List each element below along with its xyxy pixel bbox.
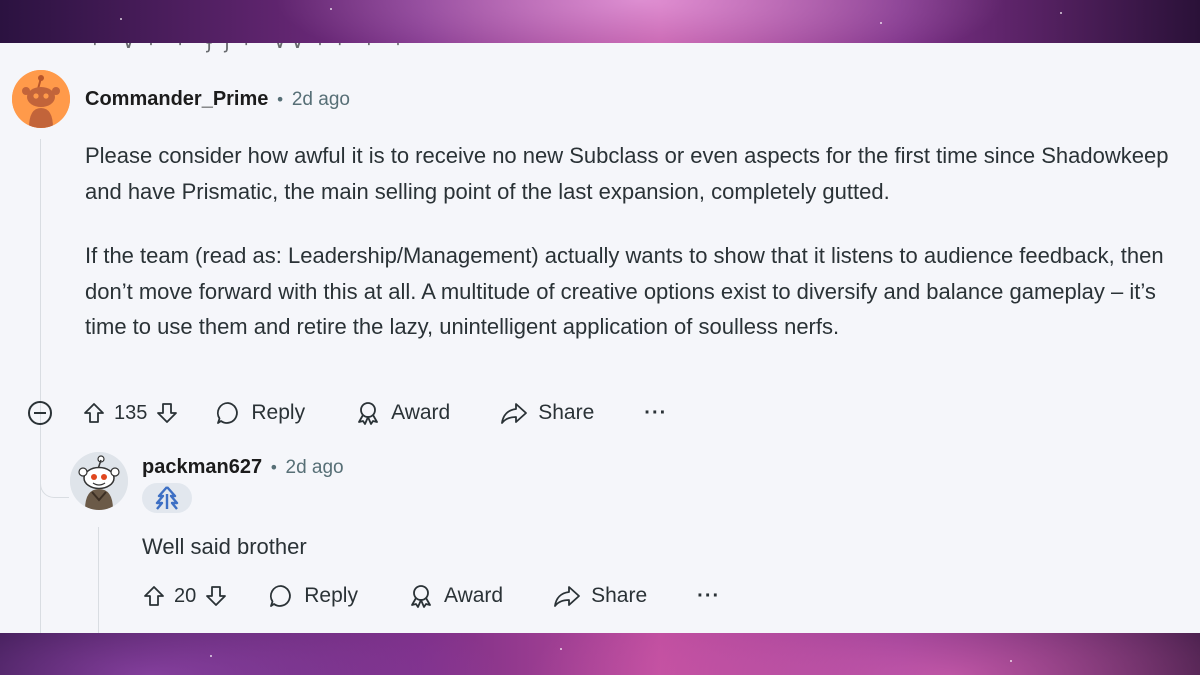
- award-button[interactable]: Award: [408, 583, 503, 609]
- timestamp[interactable]: 2d ago: [292, 89, 350, 111]
- avatar[interactable]: [70, 452, 128, 510]
- share-label: Share: [538, 401, 595, 424]
- avatar[interactable]: [12, 70, 70, 128]
- speech-bubble-icon: [270, 585, 292, 607]
- reply-thread-line[interactable]: [98, 527, 99, 633]
- more-options-button[interactable]: ···: [697, 585, 720, 608]
- reply-button[interactable]: Reply: [215, 400, 305, 426]
- separator-dot: •: [275, 90, 285, 109]
- share-label: Share: [591, 584, 648, 607]
- upvote-button[interactable]: [82, 401, 106, 425]
- share-arrow-icon: [501, 403, 528, 424]
- upvote-arrow-icon: [84, 403, 104, 423]
- separator-dot: •: [269, 458, 279, 477]
- comment-meta: Commander_Prime • 2d ago: [85, 88, 350, 111]
- snoo-avatar-icon: [12, 70, 70, 128]
- award-label: Award: [391, 401, 451, 424]
- award-ribbon-icon: [358, 402, 378, 425]
- reply-text: Well said brother: [142, 534, 307, 559]
- collapse-thread-button[interactable]: [28, 401, 52, 425]
- award-button[interactable]: Award: [355, 400, 450, 426]
- reply-meta: packman627 • 2d ago: [142, 456, 344, 479]
- share-button[interactable]: Share: [553, 583, 647, 609]
- reply-thread-connector: [40, 473, 69, 498]
- reply-button[interactable]: Reply: [268, 583, 358, 609]
- reply-label: Reply: [304, 584, 358, 607]
- user-flair: [142, 483, 192, 513]
- downvote-arrow-icon: [206, 586, 227, 606]
- vote-count: 20: [174, 584, 197, 607]
- thread-line[interactable]: [40, 139, 41, 633]
- reply-action-bar: 20 Reply Award Share ···: [142, 583, 720, 609]
- reply-label: Reply: [251, 401, 306, 424]
- award-label: Award: [443, 584, 504, 607]
- destiny-hunter-icon: [155, 486, 179, 510]
- cutoff-text-fragment: ⌐ ∨ ⌐ ⌐ ɟ ʃ ⌐ ∨∨ ⌐⌐ ⌐ ⌐: [92, 43, 612, 53]
- downvote-button[interactable]: [155, 401, 179, 425]
- share-button[interactable]: Share: [500, 400, 594, 426]
- comment-paragraph: If the team (read as: Leadership/Managem…: [85, 243, 1164, 339]
- upvote-button[interactable]: [142, 584, 166, 608]
- comment-thread-panel: ⌐ ∨ ⌐ ⌐ ɟ ʃ ⌐ ∨∨ ⌐⌐ ⌐ ⌐ Commander_Prime …: [0, 43, 1200, 633]
- downvote-arrow-icon: [157, 403, 178, 423]
- speech-bubble-icon: [217, 402, 239, 424]
- username[interactable]: packman627: [142, 456, 262, 479]
- vote-count: 135: [114, 401, 148, 424]
- more-options-button[interactable]: ···: [644, 402, 667, 425]
- comment-action-bar: 135 Reply Award Share ···: [28, 400, 667, 426]
- upvote-arrow-icon: [144, 586, 164, 606]
- downvote-button[interactable]: [204, 584, 228, 608]
- timestamp[interactable]: 2d ago: [286, 457, 344, 479]
- snoo-avatar-icon: [70, 452, 128, 510]
- comment-paragraph: Please consider how awful it is to recei…: [85, 143, 1169, 204]
- username[interactable]: Commander_Prime: [85, 88, 268, 111]
- share-arrow-icon: [554, 586, 581, 607]
- award-ribbon-icon: [411, 585, 431, 608]
